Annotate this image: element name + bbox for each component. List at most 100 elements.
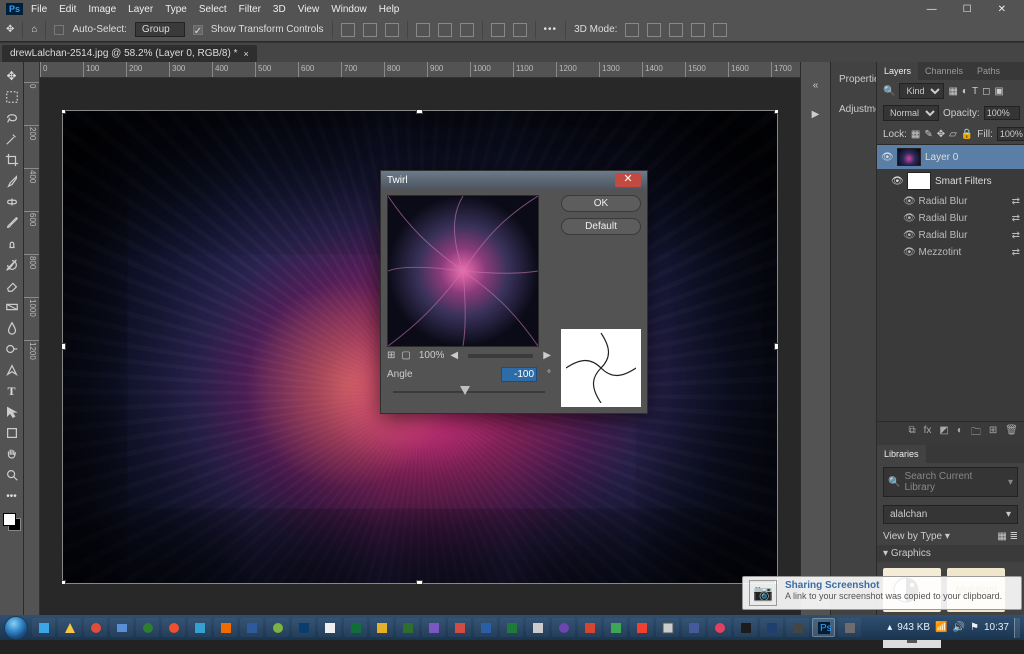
layer-thumbnail[interactable] <box>897 148 921 166</box>
link-icon[interactable]: ⧉ <box>908 425 915 442</box>
visibility-icon[interactable]: 👁 <box>903 213 916 224</box>
play-icon[interactable]: ▶ <box>812 109 820 120</box>
menu-filter[interactable]: Filter <box>239 4 261 15</box>
filter-smart-icon[interactable]: ▣ <box>994 86 1003 97</box>
smart-filters-group[interactable]: 👁 Smart Filters <box>877 169 1024 193</box>
filter-item[interactable]: 👁 Radial Blur⇄ <box>877 227 1024 244</box>
menu-edit[interactable]: Edit <box>59 4 76 15</box>
filter-options-icon[interactable]: ⇄ <box>1012 196 1020 207</box>
visibility-icon[interactable]: 👁 <box>903 196 916 207</box>
home-icon[interactable]: ⌂ <box>31 24 37 35</box>
taskbar-app-icon[interactable] <box>448 618 471 637</box>
visibility-icon[interactable]: 👁 <box>903 247 916 258</box>
taskbar-app-icon[interactable] <box>578 618 601 637</box>
align-bottom-icon[interactable] <box>460 23 474 37</box>
auto-select-checkbox[interactable] <box>54 25 64 35</box>
taskbar-app-icon[interactable] <box>136 618 159 637</box>
filter-options-icon[interactable]: ⇄ <box>1012 247 1020 258</box>
angle-slider[interactable] <box>393 384 545 400</box>
tray-flag-icon[interactable]: ⚑ <box>970 622 979 633</box>
taskbar-app-icon[interactable] <box>162 618 185 637</box>
layer-item[interactable]: 👁 Layer 0 <box>877 145 1024 169</box>
menu-select[interactable]: Select <box>199 4 227 15</box>
zoom-tool-icon[interactable] <box>2 465 22 485</box>
align-middle-icon[interactable] <box>438 23 452 37</box>
taskbar-app-icon[interactable] <box>110 618 133 637</box>
default-button[interactable]: Default <box>561 218 641 235</box>
path-select-icon[interactable] <box>2 402 22 422</box>
taskbar-app-icon[interactable] <box>552 618 575 637</box>
menu-type[interactable]: Type <box>165 4 187 15</box>
filter-options-icon[interactable]: ⇄ <box>1012 230 1020 241</box>
heal-tool-icon[interactable] <box>2 192 22 212</box>
mask-icon[interactable]: ◩ <box>939 425 948 442</box>
opacity-input[interactable] <box>984 106 1020 120</box>
filter-item[interactable]: 👁 Mezzotint⇄ <box>877 244 1024 261</box>
lock-art-icon[interactable]: ▱ <box>949 129 957 140</box>
align-center-icon[interactable] <box>363 23 377 37</box>
distribute-h-icon[interactable] <box>491 23 505 37</box>
pen-tool-icon[interactable] <box>2 360 22 380</box>
align-top-icon[interactable] <box>416 23 430 37</box>
kind-filter-icon[interactable]: 🔍 <box>883 86 895 97</box>
eraser-tool-icon[interactable] <box>2 276 22 296</box>
eyedropper-tool-icon[interactable] <box>2 171 22 191</box>
taskbar-app-icon[interactable] <box>422 618 445 637</box>
trash-icon[interactable]: 🗑 <box>1005 425 1018 442</box>
visibility-icon[interactable]: 👁 <box>903 230 916 241</box>
menu-3d[interactable]: 3D <box>273 4 286 15</box>
taskbar-app-icon[interactable] <box>656 618 679 637</box>
taskbar-app-icon[interactable] <box>396 618 419 637</box>
3d-scale-icon[interactable] <box>691 23 705 37</box>
visibility-icon[interactable]: 👁 <box>881 152 893 163</box>
ok-button[interactable]: OK <box>561 195 641 212</box>
shape-tool-icon[interactable] <box>2 423 22 443</box>
taskbar-app-icon[interactable] <box>240 618 263 637</box>
zoom-out-icon[interactable]: ◀ <box>450 350 458 361</box>
move-tool-icon[interactable]: ✥ <box>2 66 22 86</box>
taskbar-app-icon[interactable] <box>344 618 367 637</box>
lock-paint-icon[interactable]: ✎ <box>924 129 932 140</box>
taskbar-app-icon[interactable] <box>188 618 211 637</box>
close-icon[interactable]: × <box>244 49 249 59</box>
taskbar-app-icon[interactable] <box>474 618 497 637</box>
screenshot-notification[interactable]: 📷 Sharing Screenshot A link to your scre… <box>742 576 1022 610</box>
chevrons-icon[interactable]: « <box>813 80 819 91</box>
menu-layer[interactable]: Layer <box>128 4 153 15</box>
properties-panel-toggle[interactable]: Properties <box>835 72 872 86</box>
zoom-in-icon[interactable]: ▶ <box>543 350 551 361</box>
horizontal-ruler[interactable]: 0100200300400500600700800900100011001200… <box>40 62 800 78</box>
grid-view-icon[interactable]: ▦ <box>997 531 1006 542</box>
color-swatch[interactable] <box>3 513 21 531</box>
show-transform-checkbox[interactable]: ✓ <box>193 25 203 35</box>
list-view-icon[interactable]: ≣ <box>1010 531 1018 542</box>
taskbar-app-icon[interactable] <box>266 618 289 637</box>
tab-layers[interactable]: Layers <box>877 62 918 80</box>
maximize-icon[interactable]: ☐ <box>963 4 972 15</box>
filter-pixel-icon[interactable]: ▦ <box>948 86 957 97</box>
filter-item[interactable]: 👁 Radial Blur⇄ <box>877 193 1024 210</box>
tray-clock[interactable]: 10:37 <box>984 622 1009 633</box>
crop-tool-icon[interactable] <box>2 150 22 170</box>
filter-options-icon[interactable]: ⇄ <box>1012 213 1020 224</box>
tab-paths[interactable]: Paths <box>970 62 1007 80</box>
fx-icon[interactable]: fx <box>924 425 932 442</box>
menu-image[interactable]: Image <box>88 4 116 15</box>
taskbar-app-icon[interactable] <box>214 618 237 637</box>
distribute-v-icon[interactable] <box>513 23 527 37</box>
menu-window[interactable]: Window <box>331 4 367 15</box>
hand-tool-icon[interactable] <box>2 444 22 464</box>
lock-pos-icon[interactable]: ✥ <box>937 129 945 140</box>
3d-zoom-icon[interactable] <box>669 23 683 37</box>
taskbar-app-icon[interactable] <box>526 618 549 637</box>
type-tool-icon[interactable]: T <box>2 381 22 401</box>
library-search-input[interactable]: 🔍 Search Current Library ▾ <box>883 467 1018 497</box>
align-left-icon[interactable] <box>341 23 355 37</box>
system-tray[interactable]: ▴ 943 KB 📶 🔊 ⚑ 10:37 <box>887 618 1020 638</box>
document-tab[interactable]: drewLalchan-2514.jpg @ 58.2% (Layer 0, R… <box>2 45 257 62</box>
3d-pan-icon[interactable] <box>647 23 661 37</box>
tray-volume-icon[interactable]: 🔊 <box>953 622 965 633</box>
taskbar-app-icon[interactable] <box>630 618 653 637</box>
taskbar-app-icon[interactable] <box>500 618 523 637</box>
tray-chevron-icon[interactable]: ▴ <box>887 622 892 633</box>
